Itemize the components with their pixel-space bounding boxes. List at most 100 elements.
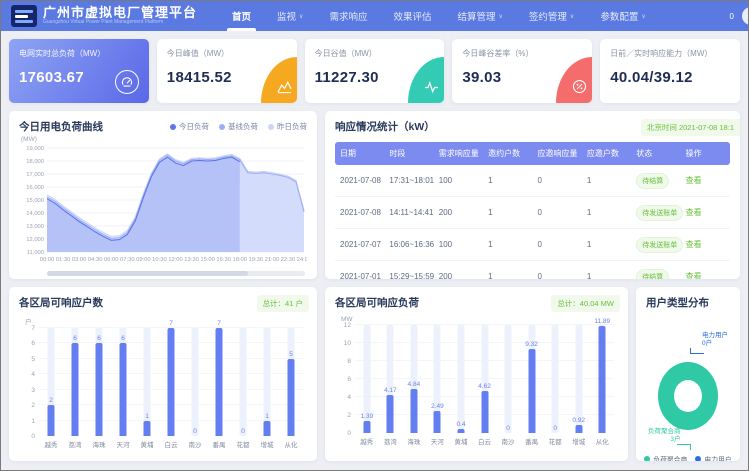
district-labels: 越秀荔湾海珠天河黄埔白云南沙番禺花都增城从化 [355,436,614,446]
bar-黄埔[interactable]: 0.4 [449,325,473,433]
bar-白云[interactable]: 4.62 [473,325,497,433]
notification-count[interactable]: 0 [730,12,734,21]
svg-text:13:30: 13:30 [184,257,199,263]
legend-power-user[interactable]: 电力用户 [695,454,731,461]
bar-白云[interactable]: 7 [159,328,183,436]
kpi-card-today-valley: 今日谷值（MW） 11227.30 [305,39,445,103]
column-header: 状态 [631,142,680,165]
status-badge: 待结算 [636,173,669,189]
legend-item[interactable]: 基线负荷 [219,121,258,132]
svg-text:12:00: 12:00 [168,257,183,263]
kpi-label: 今日谷值（MW） [315,48,435,59]
svg-text:09:00: 09:00 [136,257,151,263]
respondable-load-panel: 各区局可响应负荷 总计：40.04 MW MW 0246810121.394.1… [325,287,628,461]
bar-番禺[interactable]: 9.32 [520,325,544,433]
bar-增城[interactable]: 1 [255,328,279,436]
view-link[interactable]: 查看 [686,272,702,279]
bar-从化[interactable]: 5 [279,328,303,436]
svg-text:10:30: 10:30 [152,257,167,263]
legend-load-aggregator[interactable]: 负荷聚合商 [644,454,687,461]
svg-text:00:00: 00:00 [40,257,55,263]
svg-text:06:00: 06:00 [104,257,119,263]
table-row: 2021-07-0814:11~14:41 2001 01 待发送账单 查看 [335,197,730,229]
bar-荔湾[interactable]: 4.17 [379,325,403,433]
avatar[interactable] [742,7,749,25]
bar-花都[interactable]: 0 [543,325,567,433]
legend-item[interactable]: 今日负荷 [170,121,209,132]
platform-logo-icon [11,5,37,27]
status-badge: 待结算 [636,269,669,280]
pulse-icon [408,57,444,103]
nav-item-4[interactable]: 结算管理∨ [444,1,515,31]
percent-icon [556,57,592,103]
svg-text:14,000: 14,000 [26,211,44,217]
svg-text:03:00: 03:00 [72,257,87,263]
kpi-label: 今日峰谷差率（%） [462,48,582,59]
kpi-card-peak-valley-rate: 今日峰谷差率（%） 39.03 [452,39,592,103]
main-nav: 首页监视∨需求响应效果评估结算管理∨签约管理∨参数配置∨ [219,1,659,31]
y-axis-unit: MW [341,316,618,323]
svg-text:17,000: 17,000 [26,172,44,178]
svg-text:18:00: 18:00 [232,257,247,263]
kpi-label: 今日峰值（MW） [167,48,287,59]
svg-text:24:00: 24:00 [297,257,307,263]
svg-text:21:00: 21:00 [265,257,280,263]
callout-power-user: 电力用户 0户 [702,332,728,354]
bar-天河[interactable]: 2.49 [426,325,450,433]
bar-海珠[interactable]: 6 [87,328,111,436]
svg-text:04:30: 04:30 [88,257,103,263]
nav-item-5[interactable]: 签约管理∨ [516,1,587,31]
platform-title: 广州市虚拟电厂管理平台 [43,6,197,19]
svg-text:12,000: 12,000 [26,237,44,243]
load-bar-chart: 0246810121.394.174.842.490.44.6209.3200.… [355,325,618,433]
kpi-label: 电网实时总负荷（MW） [19,48,139,59]
load-curve-title: 今日用电负荷曲线 [19,119,103,134]
chevron-down-icon: ∨ [499,13,503,20]
user-type-panel: 用户类型分布 电力用户 0户 负荷聚合商 3户 负荷聚合商 电力用户 [636,287,740,461]
bar-番禺[interactable]: 7 [207,328,231,436]
svg-text:19,000: 19,000 [26,146,44,152]
users-bar-chart: 0123456726661707015 [39,328,307,436]
bar-南沙[interactable]: 0 [496,325,520,433]
svg-text:15:00: 15:00 [200,257,215,263]
callout-load-aggregator: 负荷聚合商 3户 [648,428,681,450]
load-curve-chart: 11,00012,00013,00014,00015,00016,00017,0… [19,143,307,263]
legend-item[interactable]: 昨日负荷 [268,121,307,132]
kpi-label: 日前／实时响应能力（MW） [610,48,730,59]
bar-越秀[interactable]: 2 [39,328,63,436]
column-header: 应邀户数 [582,142,631,165]
response-table: 日期时段需求响应量邀约户数应邀响应量应邀户数状态操作 2021-07-0817:… [335,142,730,279]
bar-南沙[interactable]: 0 [183,328,207,436]
column-header: 时段 [384,142,433,165]
donut-ring[interactable] [658,362,718,430]
svg-text:07:30: 07:30 [120,257,135,263]
nav-item-0[interactable]: 首页 [219,1,264,31]
total-users-badge: 总计：41 户 [257,295,309,312]
scrollbar-handle[interactable] [47,271,248,276]
bar-越秀[interactable]: 1.39 [355,325,379,433]
view-link[interactable]: 查看 [686,240,702,249]
svg-text:15,000: 15,000 [26,198,44,204]
bar-天河[interactable]: 6 [111,328,135,436]
bar-海珠[interactable]: 4.84 [402,325,426,433]
bar-荔湾[interactable]: 6 [63,328,87,436]
nav-item-3[interactable]: 效果评估 [380,1,444,31]
y-axis-unit: (MW) [21,136,307,143]
user-type-legend: 负荷聚合商 电力用户 [646,454,730,461]
chevron-down-icon: ∨ [641,13,645,20]
total-load-badge: 总计：40.04 MW [551,295,620,312]
nav-item-2[interactable]: 需求响应 [316,1,380,31]
bar-从化[interactable]: 11.89 [590,325,614,433]
view-link[interactable]: 查看 [686,208,702,217]
bar-花都[interactable]: 0 [231,328,255,436]
view-link[interactable]: 查看 [686,176,702,185]
nav-item-1[interactable]: 监视∨ [264,1,316,31]
bar-黄埔[interactable]: 1 [135,328,159,436]
nav-item-6[interactable]: 参数配置∨ [587,1,658,31]
user-type-title: 用户类型分布 [646,295,730,310]
chevron-down-icon: ∨ [570,13,574,20]
kpi-card-response-capacity: 日前／实时响应能力（MW） 40.04/39.12 [600,39,740,103]
chart-zoom-scrollbar[interactable] [47,271,305,276]
bar-增城[interactable]: 0.92 [567,325,591,433]
beijing-time-badge: 北京时间 2021-07-08 18:1 [641,119,740,136]
